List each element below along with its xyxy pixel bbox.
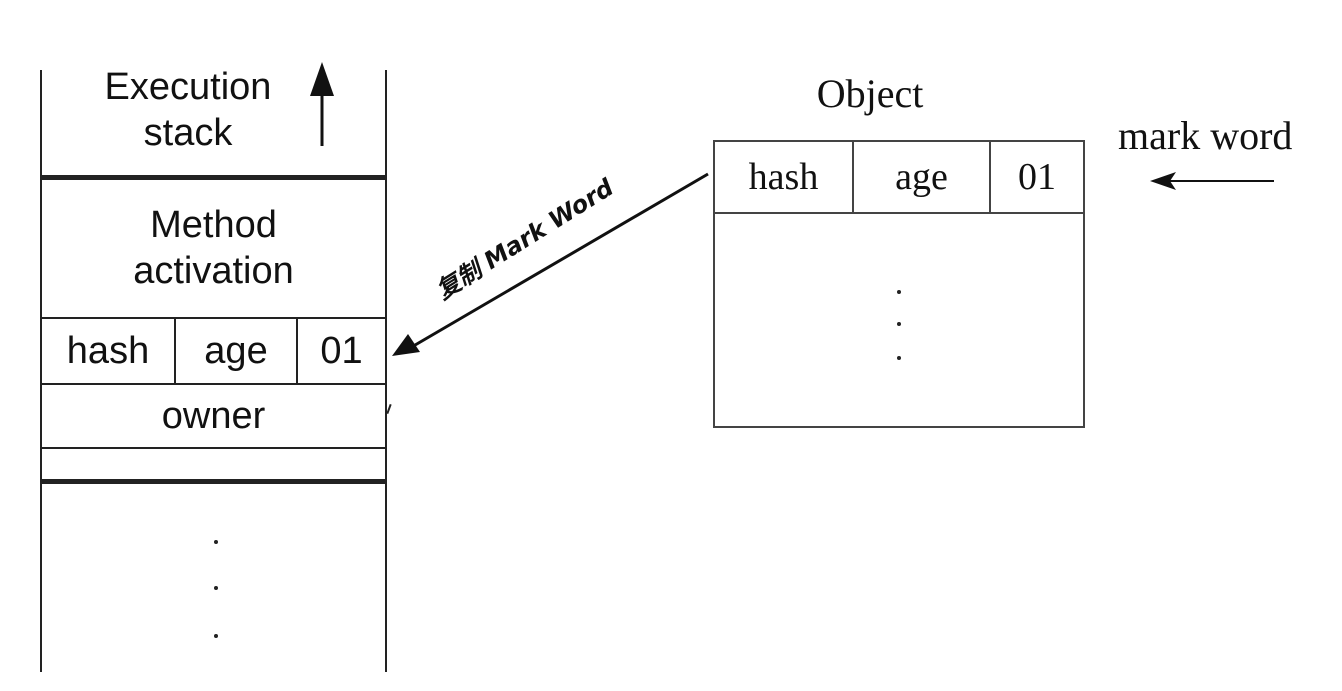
arrow-up-icon: [310, 62, 334, 146]
object-bits: 01: [1018, 156, 1056, 198]
object-hash: hash: [748, 156, 819, 198]
object-mark-word-bottom-border: [713, 212, 1085, 214]
object-title: Object: [816, 70, 924, 116]
lock-record-age: age: [204, 330, 268, 372]
owner-tick-mark: [386, 403, 392, 415]
lock-record-hash: hash: [66, 330, 150, 372]
method-activation-label: Method activation: [133, 204, 294, 292]
arrow-left-icon: [1150, 172, 1274, 190]
lock-record-bits: 01: [320, 330, 363, 372]
mark-word-label: mark word: [1118, 113, 1293, 158]
stack-divider-thick-bottom: [40, 479, 387, 484]
stack-divider-thick-top: [40, 175, 387, 180]
copy-arrow-icon: [392, 172, 709, 356]
object-age: age: [895, 156, 948, 198]
owner-label: owner: [161, 394, 266, 437]
execution-stack-label: Execution stack: [104, 66, 272, 154]
owner-bottom-border: [40, 447, 387, 449]
